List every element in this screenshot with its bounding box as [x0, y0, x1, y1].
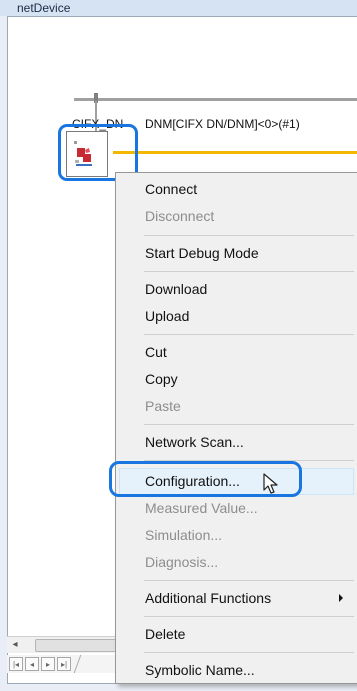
- next-page-icon[interactable]: ▸: [41, 657, 55, 671]
- horizontal-scrollbar[interactable]: ◂: [7, 636, 117, 653]
- menu-item-start-debug-mode[interactable]: Start Debug Mode: [116, 240, 357, 266]
- menu-separator: [144, 271, 354, 272]
- first-page-icon[interactable]: |◂: [9, 657, 23, 671]
- page-navigation-bar: |◂ ◂ ▸ ▸|: [7, 655, 117, 673]
- menu-item-label: Additional Functions: [145, 590, 272, 606]
- menu-item-measured-value[interactable]: Measured Value...: [116, 495, 357, 521]
- scroll-left-icon[interactable]: ◂: [7, 637, 23, 653]
- submenu-arrow-icon: [339, 594, 343, 602]
- menu-item-additional-functions[interactable]: Additional Functions: [116, 585, 357, 611]
- menu-item-download[interactable]: Download: [116, 276, 357, 302]
- devicenet-bus-line: [113, 151, 357, 154]
- menu-item-diagnosis[interactable]: Diagnosis...: [116, 549, 357, 575]
- window-title: netDevice: [0, 0, 357, 16]
- menu-item-paste[interactable]: Paste: [116, 393, 357, 419]
- sheet-tab[interactable]: [73, 655, 96, 673]
- menu-separator: [144, 424, 354, 425]
- menu-separator: [144, 580, 354, 581]
- prev-page-icon[interactable]: ◂: [25, 657, 39, 671]
- mouse-pointer-icon: [263, 473, 278, 494]
- menu-separator: [144, 652, 354, 653]
- menu-item-simulation[interactable]: Simulation...: [116, 522, 357, 548]
- menu-item-copy[interactable]: Copy: [116, 366, 357, 392]
- device-title: DNM[CIFX DN/DNM]<0>(#1): [145, 117, 300, 131]
- menu-separator: [144, 235, 354, 236]
- scrollbar-thumb[interactable]: [35, 639, 117, 652]
- menu-item-network-scan[interactable]: Network Scan...: [116, 429, 357, 455]
- menu-item-connect[interactable]: Connect: [116, 176, 357, 202]
- menu-item-upload[interactable]: Upload: [116, 303, 357, 329]
- context-menu: Connect Disconnect Start Debug Mode Down…: [115, 172, 357, 684]
- menu-separator: [144, 334, 354, 335]
- menu-separator: [144, 616, 354, 617]
- menu-item-delete[interactable]: Delete: [116, 621, 357, 647]
- menu-item-cut[interactable]: Cut: [116, 339, 357, 365]
- last-page-icon[interactable]: ▸|: [57, 657, 71, 671]
- menu-item-symbolic-name[interactable]: Symbolic Name...: [116, 657, 357, 683]
- main-bus-line: [74, 98, 357, 101]
- menu-item-disconnect[interactable]: Disconnect: [116, 203, 357, 229]
